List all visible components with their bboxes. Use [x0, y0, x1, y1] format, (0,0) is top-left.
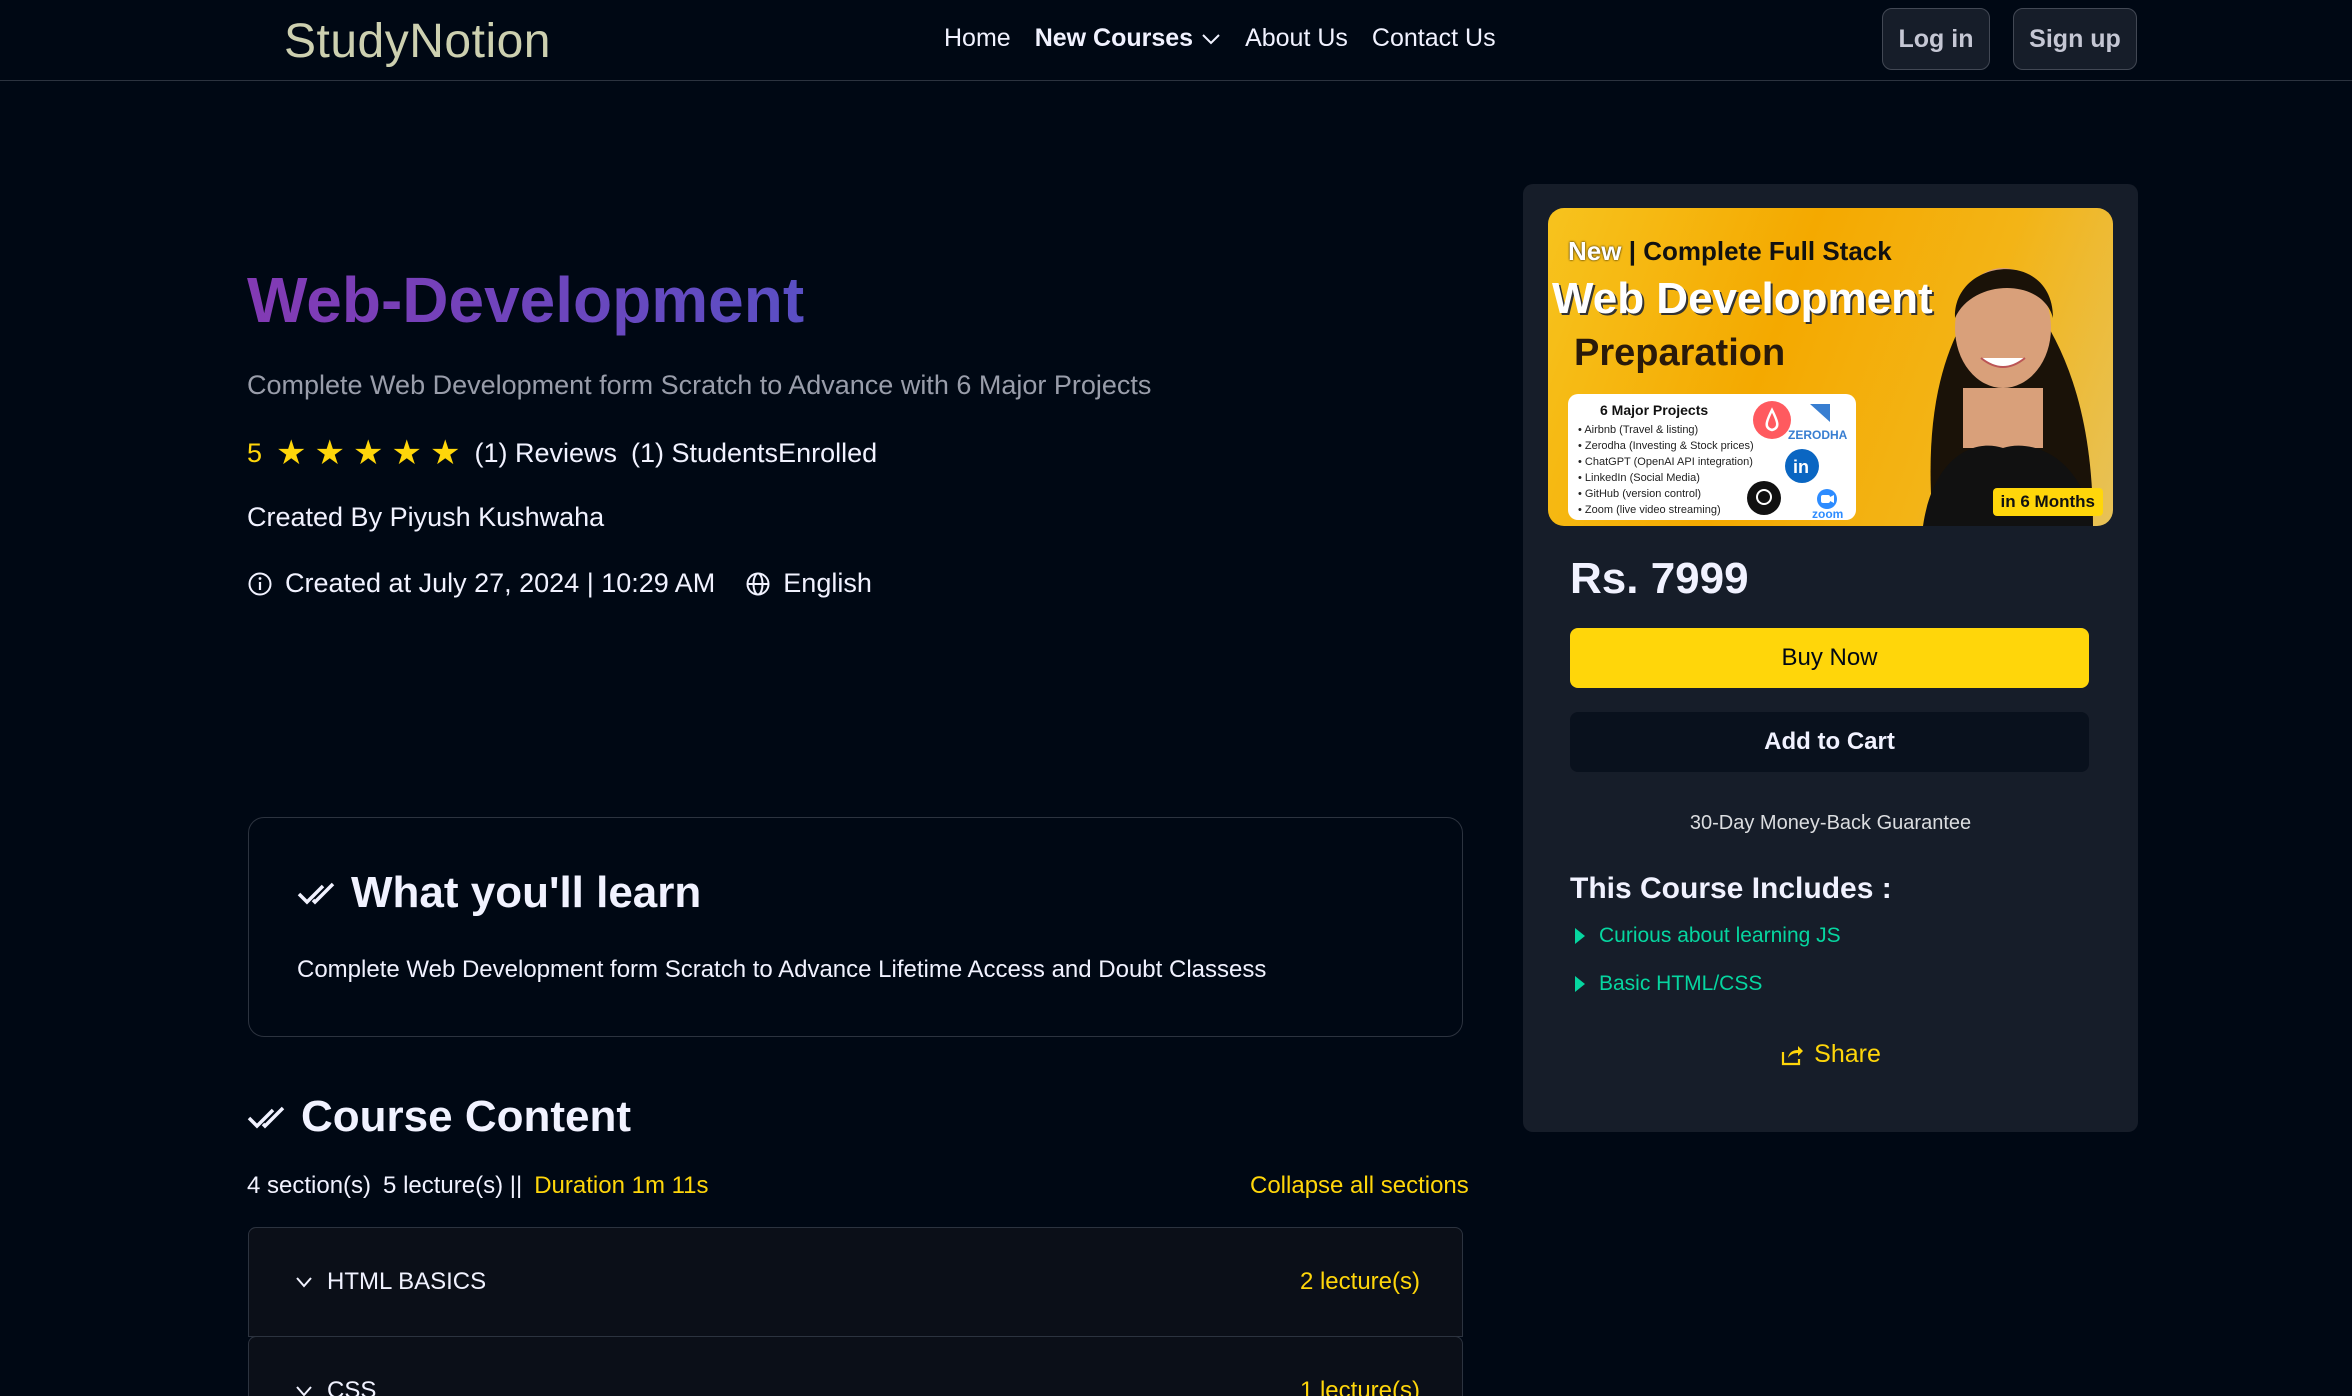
- course-content-meta: 4 section(s) 5 lecture(s) || Duration 1m…: [247, 1172, 709, 1200]
- students-enrolled: (1) StudentsEnrolled: [630, 437, 878, 468]
- nav-link-new-courses[interactable]: New Courses: [1035, 24, 1221, 53]
- star-icon: ★: [391, 434, 422, 472]
- caret-right-icon: [1575, 976, 1585, 992]
- signup-button[interactable]: Sign up: [2013, 8, 2137, 70]
- nav-link-contact-us[interactable]: Contact Us: [1372, 24, 1496, 53]
- section-lecture-count: 1 lecture(s): [1299, 1377, 1420, 1396]
- svg-text:in: in: [1793, 457, 1809, 477]
- course-thumbnail: New | Complete Full Stack Web Developmen…: [1548, 208, 2113, 526]
- thumbnail-projects-title: 6 Major Projects: [1600, 402, 1709, 418]
- zerodha-logo-icon: [1810, 404, 1830, 422]
- section-title: CSS: [327, 1377, 377, 1396]
- rating-value: 5: [247, 437, 263, 468]
- thumbnail-projects-list: • Airbnb (Travel & listing) • Zerodha (I…: [1578, 422, 1754, 518]
- thumbnail-line-3: Preparation: [1574, 332, 1786, 374]
- course-include-item: Curious about learning JS: [1575, 924, 1841, 948]
- buy-now-button[interactable]: Buy Now: [1570, 628, 2089, 688]
- course-include-item: Basic HTML/CSS: [1575, 972, 1762, 996]
- lecture-count: 5 lecture(s) ||: [383, 1172, 523, 1199]
- rating-stars: ★ ★ ★ ★ ★: [276, 436, 468, 470]
- what-you-learn-box: What you'll learn Complete Web Developme…: [248, 817, 1463, 1037]
- thumbnail-line-1: | Complete Full Stack: [1628, 236, 1892, 266]
- chevron-down-icon: [296, 1277, 312, 1288]
- course-subtitle: Complete Web Development form Scratch to…: [247, 370, 1152, 400]
- course-includes-title: This Course Includes :: [1570, 872, 1892, 905]
- info-icon: [248, 572, 272, 595]
- course-language: English: [783, 568, 872, 598]
- thumbnail-duration-badge: in 6 Months: [1992, 488, 2103, 516]
- what-you-learn-text: Complete Web Development form Scratch to…: [297, 956, 1267, 983]
- project-item: • Zoom (live video streaming): [1578, 504, 1721, 516]
- star-icon: ★: [314, 434, 345, 472]
- course-content-title: Course Content: [301, 1092, 631, 1141]
- section-lecture-count: 2 lecture(s): [1299, 1268, 1420, 1295]
- nav-link-home[interactable]: Home: [944, 24, 1011, 53]
- double-check-icon: [247, 1106, 285, 1129]
- zerodha-label: ZERODHA: [1788, 428, 1848, 442]
- course-title: Web-Development: [247, 264, 805, 336]
- section-row[interactable]: HTML BASICS 2 lecture(s): [248, 1227, 1463, 1337]
- share-icon: [1782, 1045, 1804, 1065]
- nav-links: Home New Courses About Us Contact Us: [944, 24, 1496, 53]
- airbnb-logo-icon: [1753, 401, 1791, 439]
- course-content-heading: Course Content: [247, 1092, 631, 1142]
- money-back-guarantee: 30-Day Money-Back Guarantee: [1689, 812, 1972, 834]
- section-header: HTML BASICS: [295, 1268, 486, 1296]
- course-duration: Duration 1m 11s: [534, 1172, 709, 1199]
- chevron-down-icon: [296, 1386, 312, 1396]
- course-price: Rs. 7999: [1570, 554, 1749, 603]
- project-item: • Airbnb (Travel & listing): [1578, 424, 1699, 436]
- share-button[interactable]: Share: [1523, 1040, 2138, 1069]
- zoom-label: zoom: [1812, 507, 1844, 521]
- rating-row: 5 ★ ★ ★ ★ ★ (1) Reviews (1) StudentsEnrolled: [247, 436, 877, 470]
- caret-right-icon: [1575, 928, 1585, 944]
- nav-link-about-us[interactable]: About Us: [1245, 24, 1348, 53]
- login-button[interactable]: Log in: [1882, 8, 1990, 70]
- thumbnail-new-label: New: [1568, 236, 1622, 266]
- star-icon: ★: [429, 434, 461, 472]
- what-you-learn-heading: What you'll learn: [297, 868, 701, 918]
- section-header: CSS: [295, 1377, 376, 1396]
- reviews-count: (1) Reviews: [474, 437, 617, 468]
- nav-link-new-courses-label: New Courses: [1034, 24, 1194, 52]
- github-logo-icon: [1747, 481, 1781, 515]
- linkedin-logo-icon: in: [1785, 449, 1819, 483]
- course-purchase-card: New | Complete Full Stack Web Developmen…: [1523, 184, 2138, 1132]
- double-check-icon: [297, 882, 335, 905]
- star-icon: ★: [276, 434, 307, 472]
- logo[interactable]: StudyNotion: [284, 14, 551, 69]
- globe-icon: [746, 572, 770, 595]
- created-at: Created at July 27, 2024 | 10:29 AM: [285, 568, 716, 598]
- project-item: • ChatGPT (OpenAI API integration): [1578, 456, 1753, 468]
- what-you-learn-title: What you'll learn: [351, 868, 702, 917]
- project-item: • Zerodha (Investing & Stock prices): [1578, 440, 1754, 452]
- thumbnail-projects-box: 6 Major Projects • Airbnb (Travel & list…: [1568, 394, 1856, 521]
- created-by: Created By Piyush Kushwaha: [247, 502, 605, 532]
- share-label: Share: [1814, 1040, 1881, 1068]
- thumbnail-heading: New | Complete Full Stack: [1568, 236, 1892, 267]
- add-to-cart-button[interactable]: Add to Cart: [1570, 712, 2089, 772]
- instructor-photo-icon: [1923, 268, 2093, 526]
- project-item: • LinkedIn (Social Media): [1578, 472, 1700, 484]
- section-count: 4 section(s): [247, 1172, 372, 1199]
- course-include-label: Curious about learning JS: [1599, 924, 1841, 947]
- course-include-label: Basic HTML/CSS: [1599, 972, 1763, 995]
- star-icon: ★: [353, 434, 384, 472]
- collapse-all-sections-button[interactable]: Collapse all sections: [1250, 1172, 1469, 1200]
- section-title: HTML BASICS: [327, 1268, 487, 1295]
- section-row[interactable]: CSS 1 lecture(s): [248, 1336, 1463, 1396]
- course-meta: Created at July 27, 2024 | 10:29 AM Engl…: [247, 568, 872, 599]
- chevron-down-icon: [1202, 33, 1220, 44]
- project-item: • GitHub (version control): [1578, 488, 1702, 500]
- thumbnail-line-2: Web Development: [1552, 274, 1933, 323]
- navbar: StudyNotion Home New Courses About Us Co…: [0, 0, 2352, 81]
